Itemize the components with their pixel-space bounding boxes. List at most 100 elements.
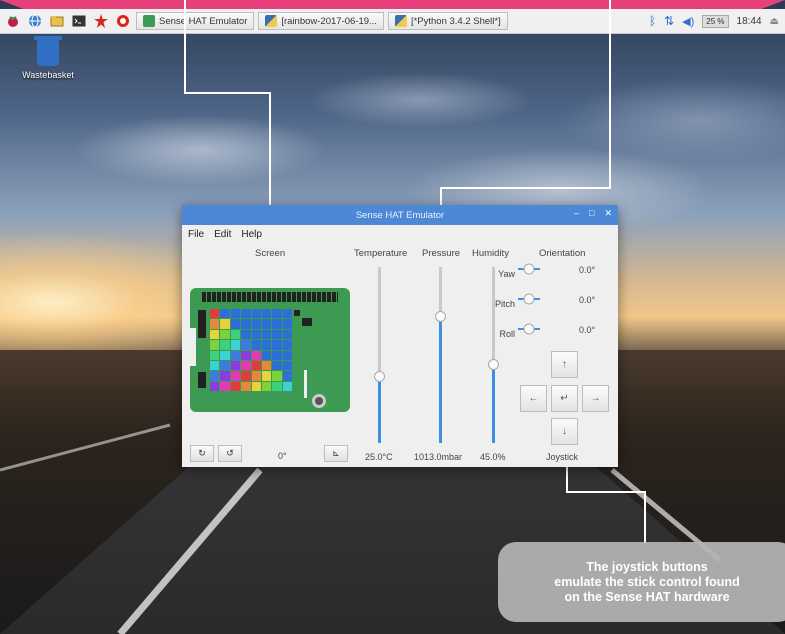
joystick-right-button[interactable]: →: [582, 385, 609, 412]
orientation-label: Orientation: [539, 248, 586, 259]
desktop-wastebasket[interactable]: Wastebasket: [18, 36, 78, 80]
humidity-slider-fill: [492, 363, 495, 443]
led-pixel: [220, 381, 230, 391]
led-pixel: [241, 360, 251, 371]
temperature-value: 25.0°C: [365, 452, 393, 462]
yaw-dial[interactable]: [518, 263, 540, 275]
flip-button[interactable]: ⊾: [324, 445, 348, 462]
board-joystick: [312, 394, 326, 408]
bluetooth-icon[interactable]: ᛒ: [649, 14, 656, 28]
menubar: File Edit Help: [182, 225, 618, 243]
humidity-label: Humidity: [472, 248, 509, 259]
led-pixel: [261, 371, 272, 381]
led-pixel: [230, 309, 241, 319]
joystick-label: Joystick: [546, 452, 579, 462]
led-pixel: [261, 329, 272, 340]
cpu-usage-badge: 25 %: [702, 14, 729, 28]
mathematica-icon[interactable]: [92, 12, 110, 30]
led-pixel: [220, 309, 230, 319]
temperature-label: Temperature: [354, 248, 408, 259]
led-pixel: [220, 360, 230, 371]
menu-help[interactable]: Help: [241, 229, 262, 240]
led-pixel: [261, 381, 272, 391]
joystick-left-button[interactable]: ←: [520, 385, 547, 412]
callout-line-3: on the Sense HAT hardware: [564, 589, 730, 604]
menu-edit[interactable]: Edit: [214, 229, 231, 240]
flip-icon: ⊾: [332, 448, 340, 458]
network-icon[interactable]: ⇅: [664, 14, 674, 28]
led-pixel: [230, 371, 241, 381]
volume-icon[interactable]: ◀): [682, 15, 694, 28]
minimize-icon[interactable]: –: [574, 208, 579, 219]
led-pixel: [241, 371, 251, 381]
callout-line-2: emulate the stick control found: [554, 574, 740, 589]
humidity-value: 45.0%: [480, 452, 506, 462]
led-pixel: [241, 319, 251, 329]
rotate-ccw-icon: ↺: [226, 448, 234, 458]
yaw-label: Yaw: [498, 269, 515, 279]
led-pixel: [261, 319, 272, 329]
roll-dial[interactable]: [518, 323, 540, 335]
arrow-left-icon: ←: [528, 393, 539, 404]
led-pixel: [220, 329, 230, 340]
led-pixel: [261, 350, 272, 360]
arrow-right-icon: →: [590, 393, 601, 404]
temperature-slider-knob[interactable]: [374, 371, 385, 383]
pressure-slider-knob[interactable]: [435, 311, 446, 323]
close-icon[interactable]: ✕: [604, 208, 612, 219]
humidity-slider-knob[interactable]: [488, 358, 499, 370]
pitch-value: 0.0°: [579, 295, 596, 305]
eject-icon[interactable]: ⏏: [770, 16, 779, 27]
task-label: [rainbow-2017-06-19...: [281, 15, 377, 27]
joystick-down-button[interactable]: ↓: [551, 418, 578, 445]
pitch-dial[interactable]: [518, 293, 540, 305]
rotation-value: 0°: [278, 451, 287, 461]
window-titlebar[interactable]: Sense HAT Emulator – □ ✕: [182, 205, 618, 225]
led-pixel: [251, 350, 261, 360]
led-pixel: [210, 381, 220, 391]
raspberry-menu-icon[interactable]: [4, 12, 22, 30]
led-pixel: [261, 340, 272, 350]
led-pixel: [272, 340, 282, 350]
led-pixel: [241, 381, 251, 391]
sense-hat-app-icon: [143, 15, 155, 27]
led-pixel: [282, 340, 292, 350]
menu-file[interactable]: File: [188, 229, 204, 240]
sense-hat-emulator-window[interactable]: Sense HAT Emulator – □ ✕ File Edit Help …: [182, 205, 618, 467]
led-pixel: [210, 309, 220, 319]
led-pixel: [210, 329, 220, 340]
task-sense-hat-emulator[interactable]: Sense HAT Emulator: [136, 12, 255, 30]
python-shell-icon: [394, 15, 407, 27]
board-chip: [294, 310, 300, 316]
led-pixel: [251, 371, 261, 381]
pressure-label: Pressure: [422, 248, 461, 259]
wolfram-icon[interactable]: [114, 12, 132, 30]
sense-hat-board[interactable]: [186, 288, 350, 412]
board-sensor: [304, 370, 307, 398]
led-pixel: [251, 319, 261, 329]
led-pixel: [230, 319, 241, 329]
led-pixel: [251, 309, 261, 319]
led-pixel: [210, 371, 220, 381]
joystick-up-button[interactable]: ↑: [551, 351, 578, 378]
web-browser-icon[interactable]: [26, 12, 44, 30]
led-pixel: [210, 340, 220, 350]
roll-label: Roll: [499, 329, 515, 339]
board-cutout: [186, 328, 196, 366]
led-pixel: [282, 309, 292, 319]
led-pixel: [251, 360, 261, 371]
rotate-cw-button[interactable]: ↻: [190, 445, 214, 462]
led-pixel: [220, 350, 230, 360]
task-rainbow-file[interactable]: [rainbow-2017-06-19...: [258, 12, 384, 30]
clock[interactable]: 18:44: [737, 16, 762, 27]
led-pixel: [282, 319, 292, 329]
rotate-ccw-button[interactable]: ↺: [218, 445, 242, 462]
terminal-icon[interactable]: [70, 12, 88, 30]
task-python-shell[interactable]: [*Python 3.4.2 Shell*]: [387, 12, 508, 30]
maximize-icon[interactable]: □: [589, 208, 594, 219]
file-manager-icon[interactable]: [48, 12, 66, 30]
enter-icon: ↵: [560, 393, 569, 404]
joystick-enter-button[interactable]: ↵: [551, 385, 578, 412]
rotate-cw-icon: ↻: [198, 448, 206, 458]
led-pixel: [241, 329, 251, 340]
